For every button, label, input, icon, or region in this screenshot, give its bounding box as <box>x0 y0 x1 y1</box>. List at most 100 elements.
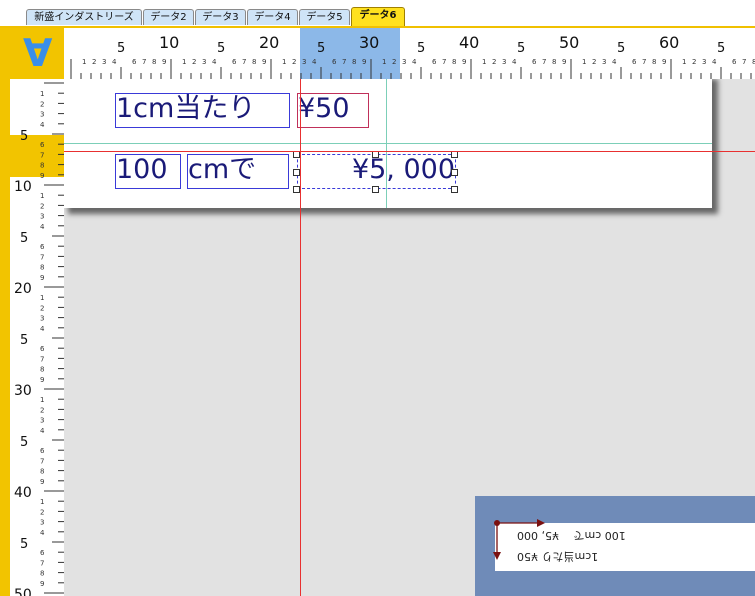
ruler-minor-label: 8 <box>552 58 556 66</box>
ruler-minor-label: 3 <box>202 58 206 66</box>
ruler-minor-label: 2 <box>192 58 196 66</box>
ruler-minor-label: 6 <box>132 58 137 66</box>
tab-data5[interactable]: データ5 <box>299 9 350 25</box>
ruler-minor-label: 2 <box>40 406 44 414</box>
ruler-major-label: 10 <box>14 179 32 195</box>
ruler-minor-label: 7 <box>40 457 44 465</box>
ruler-minor-label: 1 <box>482 58 486 66</box>
ruler-minor-label: 7 <box>40 253 44 261</box>
ruler-minor-label: 3 <box>40 213 44 221</box>
ruler-minor-label: 6 <box>40 549 45 557</box>
text-box-unit[interactable]: cmで <box>187 154 289 189</box>
ruler-minor-label: 1 <box>40 396 44 404</box>
ruler-major-label: 5 <box>117 41 125 56</box>
ruler-minor-label: 8 <box>252 58 256 66</box>
vertical-ruler[interactable]: 1 2 3 4 6 7 8 9 1 2 3 4 6 7 8 9 1 2 3 4 6 7 8 9 1 2 3 4 6 7 8 9 1 2 3 4 6 7 8 9… <box>10 79 64 596</box>
document-canvas[interactable]: 1cm当たり ¥50 100 cmで ¥5, 000 100 cmで ¥5, 0… <box>64 79 755 596</box>
ruler-corner[interactable]: ∀ <box>10 28 64 79</box>
ruler-minor-label: 3 <box>602 58 606 66</box>
ruler-minor-label: 6 <box>232 58 237 66</box>
ruler-minor-label: 6 <box>40 345 45 353</box>
tab-data2[interactable]: データ2 <box>143 9 194 25</box>
tab-data3[interactable]: データ3 <box>195 9 246 25</box>
ruler-minor-label: 6 <box>332 58 337 66</box>
ruler-minor-label: 2 <box>292 58 296 66</box>
tab-shinsei-industries[interactable]: 新盛インダストリーズ <box>26 9 142 25</box>
ruler-major-label: 30 <box>14 383 32 399</box>
ruler-minor-label: 3 <box>40 519 44 527</box>
ruler-minor-label: 9 <box>162 58 166 66</box>
ruler-minor-label: 4 <box>40 427 45 435</box>
ruler-major-label: 5 <box>20 231 28 246</box>
resize-handle-br[interactable] <box>451 186 458 193</box>
ruler-minor-label: 1 <box>40 90 44 98</box>
ruler-major-label: 10 <box>159 33 179 52</box>
ruler-minor-label: 9 <box>40 172 44 180</box>
ruler-minor-label: 9 <box>40 274 44 282</box>
ruler-minor-label: 3 <box>402 58 406 66</box>
ruler-minor-label: 2 <box>40 304 44 312</box>
resize-handle-ml[interactable] <box>293 169 300 176</box>
tab-data4[interactable]: データ4 <box>247 9 298 25</box>
ruler-minor-label: 4 <box>40 325 45 333</box>
ruler-minor-label: 1 <box>682 58 686 66</box>
ruler-minor-label: 4 <box>40 223 45 231</box>
ruler-minor-label: 3 <box>102 58 106 66</box>
text-box-total-selected[interactable]: ¥5, 000 <box>297 154 456 189</box>
ruler-minor-label: 7 <box>742 58 746 66</box>
tab-data6[interactable]: データ6 <box>351 7 405 28</box>
text-box-qty[interactable]: 100 <box>115 154 181 189</box>
ruler-minor-label: 4 <box>712 58 717 66</box>
ruler-minor-label: 2 <box>40 508 44 516</box>
ruler-minor-label: 1 <box>40 498 44 506</box>
ruler-minor-label: 6 <box>40 447 45 455</box>
ruler-minor-label: 7 <box>40 559 44 567</box>
navigator-preview[interactable]: 100 cmで ¥5, 000 1cm当たり ¥50 <box>475 496 755 596</box>
forall-logo-icon: ∀ <box>23 31 53 75</box>
vertical-guide-red[interactable] <box>300 79 301 596</box>
text-box-per-cm[interactable]: 1cm当たり <box>115 93 290 128</box>
text-box-price-50[interactable]: ¥50 <box>297 93 369 128</box>
ruler-selection-highlight <box>300 28 400 79</box>
ruler-minor-label: 7 <box>442 58 446 66</box>
resize-handle-mr[interactable] <box>451 169 458 176</box>
horizontal-guide-teal <box>64 143 712 144</box>
ruler-minor-label: 3 <box>40 315 44 323</box>
ruler-minor-label: 4 <box>40 121 45 129</box>
horizontal-guide-red[interactable] <box>64 151 755 152</box>
ruler-minor-label: 8 <box>40 264 44 272</box>
resize-handle-tm[interactable] <box>372 151 379 158</box>
resize-handle-tl[interactable] <box>293 151 300 158</box>
ruler-minor-label: 9 <box>362 58 366 66</box>
text-price-50: ¥50 <box>298 93 350 124</box>
resize-handle-tr[interactable] <box>451 151 458 158</box>
ruler-minor-label: 6 <box>432 58 437 66</box>
ruler-minor-label: 4 <box>412 58 417 66</box>
ruler-major-label: 5 <box>217 41 225 56</box>
ruler-major-label: 5 <box>517 41 525 56</box>
ruler-minor-label: 3 <box>502 58 506 66</box>
ruler-minor-label: 8 <box>152 58 156 66</box>
ruler-minor-label: 1 <box>382 58 386 66</box>
ruler-minor-label: 8 <box>40 366 44 374</box>
ruler-minor-label: 8 <box>452 58 456 66</box>
horizontal-ruler-scale: 1234678912346789123467891234678912346789… <box>70 28 755 79</box>
ruler-minor-label: 2 <box>40 100 44 108</box>
ruler-minor-label: 7 <box>542 58 546 66</box>
horizontal-ruler[interactable]: 1234678912346789123467891234678912346789… <box>64 28 755 79</box>
ruler-minor-label: 2 <box>592 58 596 66</box>
ruler-major-label: 60 <box>659 33 679 52</box>
ruler-major-label: 5 <box>20 333 28 348</box>
resize-handle-bm[interactable] <box>372 186 379 193</box>
ruler-minor-label: 1 <box>40 294 44 302</box>
ruler-minor-label: 7 <box>40 355 44 363</box>
ruler-major-label: 5 <box>617 41 625 56</box>
ruler-minor-label: 1 <box>282 58 286 66</box>
ruler-major-label: 5 <box>20 435 28 450</box>
ruler-minor-label: 3 <box>40 111 44 119</box>
ruler-minor-label: 3 <box>302 58 306 66</box>
ruler-minor-label: 7 <box>242 58 246 66</box>
ruler-minor-label: 1 <box>82 58 86 66</box>
ruler-minor-label: 6 <box>40 141 45 149</box>
resize-handle-bl[interactable] <box>293 186 300 193</box>
